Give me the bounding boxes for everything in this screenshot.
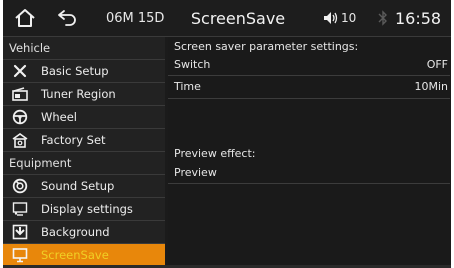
back-button[interactable]	[51, 0, 83, 36]
section-header-vehicle: Vehicle	[3, 37, 165, 60]
volume-level: 10	[341, 11, 357, 25]
top-bar: 06M 15D ScreenSave 10 16:58	[3, 0, 451, 37]
screensave-settings-panel: Screen saver parameter settings: Switch …	[168, 37, 451, 265]
sidebar-item-label: Tuner Region	[41, 87, 116, 101]
bluetooth-icon	[378, 10, 387, 26]
time-label: Time	[174, 80, 201, 93]
clock: 16:58	[395, 8, 442, 28]
preview-label: Preview	[174, 166, 217, 179]
sidebar-item-screensave[interactable]: ScreenSave	[3, 244, 165, 267]
monitor-icon	[11, 247, 29, 263]
sidebar-item-basic-setup[interactable]: Basic Setup	[3, 60, 165, 83]
sidebar-item-tuner-region[interactable]: Tuner Region	[3, 83, 165, 106]
preview-effect-heading: Preview effect:	[174, 147, 256, 160]
page-title: ScreenSave	[190, 8, 286, 28]
time-setting-row[interactable]: Time 10Min	[168, 76, 450, 99]
sidebar-item-label: Display settings	[41, 202, 133, 216]
parameter-settings-heading: Screen saver parameter settings:	[174, 40, 359, 53]
back-arrow-icon	[58, 10, 76, 26]
sidebar-item-sound-setup[interactable]: Sound Setup	[3, 175, 165, 198]
preview-row[interactable]: Preview	[168, 163, 450, 184]
bluetooth-status	[375, 0, 391, 36]
speaker-icon	[324, 12, 338, 24]
display-icon	[11, 201, 29, 217]
sidebar-item-wheel[interactable]: Wheel	[3, 106, 165, 129]
volume-indicator[interactable]: 10	[323, 0, 356, 36]
switch-label: Switch	[174, 58, 211, 71]
date-display: 06M 15D	[106, 10, 165, 26]
sidebar-item-label: Factory Set	[41, 133, 106, 147]
time-value: 10Min	[414, 80, 448, 93]
sidebar-item-label: ScreenSave	[41, 248, 109, 262]
sidebar-item-label: Basic Setup	[41, 64, 109, 78]
tools-icon	[11, 63, 29, 79]
sidebar-item-label: Sound Setup	[41, 179, 115, 193]
factory-icon	[11, 132, 29, 148]
sidebar-item-label: Wheel	[41, 110, 78, 124]
settings-sidebar: Vehicle Basic Setup Tuner Region Wheel F…	[3, 37, 165, 267]
home-button[interactable]	[11, 0, 39, 36]
sidebar-item-factory-set[interactable]: Factory Set	[3, 129, 165, 152]
sound-icon	[11, 178, 29, 194]
head-unit-screen: 06M 15D ScreenSave 10 16:58 Vehicle Basi…	[3, 0, 451, 268]
sidebar-item-background[interactable]: Background	[3, 221, 165, 244]
radio-icon	[11, 86, 29, 102]
home-icon	[15, 9, 35, 27]
background-icon	[11, 224, 29, 240]
section-header-equipment: Equipment	[3, 152, 165, 175]
sidebar-item-label: Background	[41, 225, 110, 239]
switch-setting-row[interactable]: Switch OFF	[168, 55, 450, 76]
steering-wheel-icon	[11, 109, 29, 125]
switch-value: OFF	[426, 58, 448, 71]
sidebar-item-display-settings[interactable]: Display settings	[3, 198, 165, 221]
